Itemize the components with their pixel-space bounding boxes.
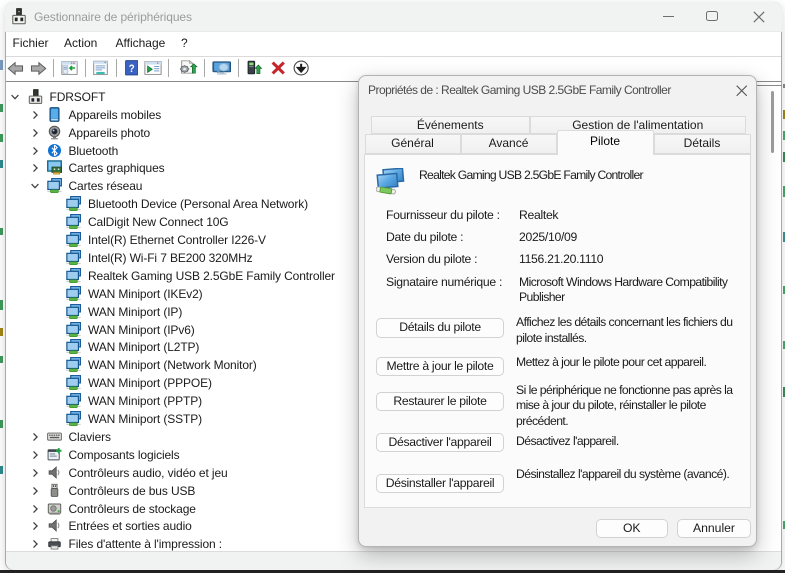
svg-text:?: ?: [128, 63, 134, 75]
